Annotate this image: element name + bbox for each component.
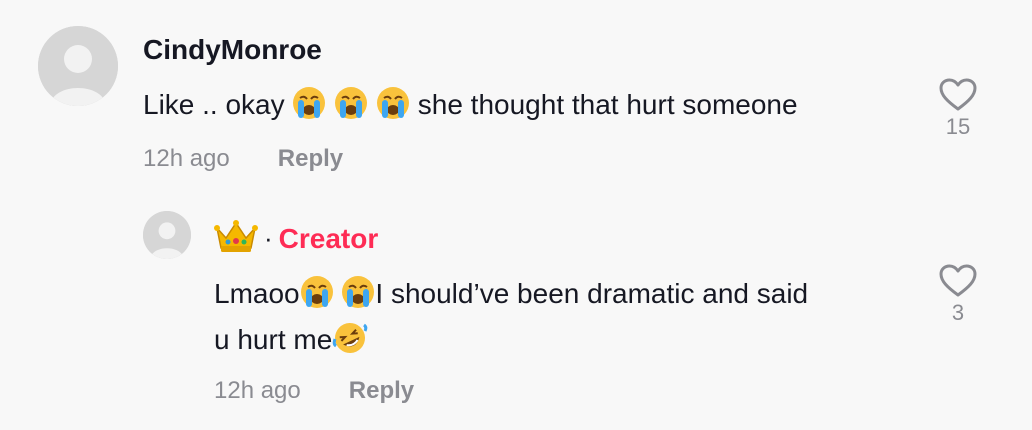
reply-button[interactable]: Reply	[349, 377, 414, 404]
crown-icon[interactable]	[214, 218, 258, 259]
comment-text-after: she thought that hurt someone	[409, 89, 798, 120]
reply-header: · Creator	[214, 218, 378, 259]
comment-text-before: Like .. okay	[143, 89, 293, 120]
reply-text-line1-after: I should’ve been dramatic and said	[375, 278, 809, 309]
loudly-crying-face-icon	[334, 86, 368, 130]
comment-time: 12h ago	[143, 145, 230, 172]
comment-meta: 12h ago Reply	[143, 145, 343, 173]
heart-icon	[939, 264, 977, 297]
rolling-on-floor-laughing-icon	[332, 321, 368, 365]
reply-like-button[interactable]: 3	[928, 264, 988, 326]
reply-avatar[interactable]	[143, 211, 191, 259]
loudly-crying-face-icon	[300, 275, 334, 319]
comment-text: Like .. okay she thought that hurt someo…	[143, 86, 798, 130]
loudly-crying-face-icon	[341, 275, 375, 319]
like-button[interactable]: 15	[928, 78, 988, 140]
avatar[interactable]	[38, 26, 118, 106]
heart-icon	[939, 78, 977, 111]
comment-username[interactable]: CindyMonroe	[143, 34, 322, 66]
default-user-icon	[143, 211, 191, 259]
reply-like-count: 3	[951, 300, 965, 325]
reply-text: Lmaoo I should’ve been dramatic and said…	[214, 275, 914, 365]
reply-meta: 12h ago Reply	[214, 377, 414, 405]
loudly-crying-face-icon	[292, 86, 326, 130]
separator-dot: ·	[264, 223, 273, 253]
reply-text-line1-before: Lmaoo	[214, 278, 300, 309]
loudly-crying-face-icon	[376, 86, 410, 130]
reply-text-line2: u hurt me	[214, 324, 333, 355]
default-user-icon	[38, 26, 118, 106]
reply-time: 12h ago	[214, 377, 301, 404]
reply-button[interactable]: Reply	[278, 145, 343, 172]
like-count: 15	[945, 114, 971, 139]
creator-badge: Creator	[278, 222, 379, 254]
